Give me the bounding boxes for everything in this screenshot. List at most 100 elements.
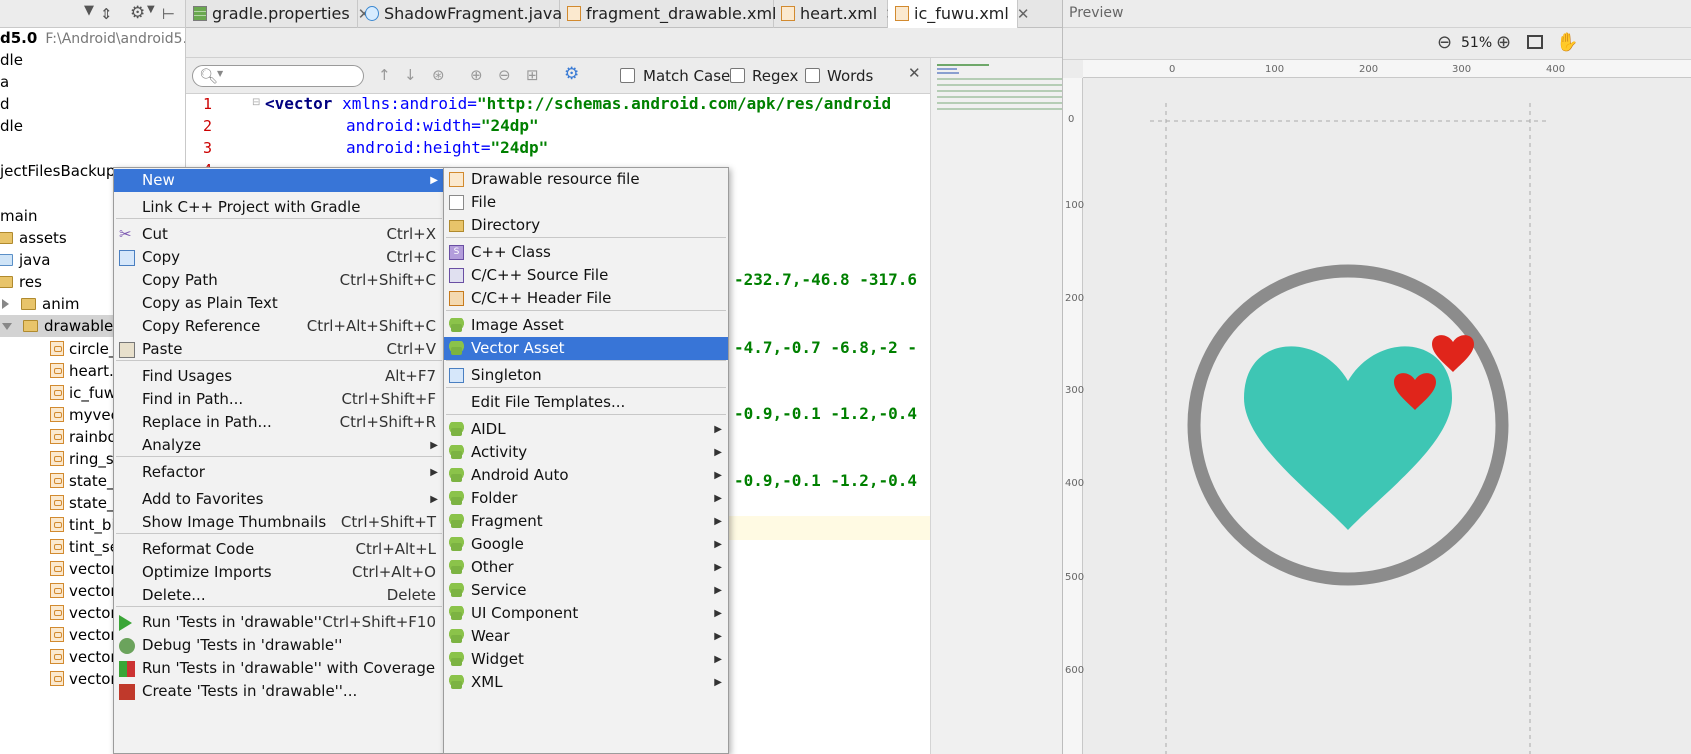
submenu-item[interactable]: Google ▶ [444,533,728,556]
context-menu-item[interactable]: Reformat Code Ctrl+Alt+L [114,538,444,561]
context-menu-item[interactable]: Find Usages Alt+F7 [114,365,444,388]
tab-fragment-drawable-xml[interactable]: fragment_drawable.xml✕ [560,0,797,28]
pan-hand-icon[interactable]: ✋ [1556,32,1578,53]
submenu-item[interactable]: File [444,191,728,214]
submenu-item[interactable]: C/C++ Header File [444,287,728,310]
tree-item[interactable]: vector_ [0,602,124,624]
context-menu-item[interactable]: Copy Ctrl+C [114,246,444,269]
context-menu-item[interactable]: Show Image Thumbnails Ctrl+Shift+T [114,511,444,534]
tree-item[interactable]: res [0,271,42,293]
submenu-item[interactable]: Fragment ▶ [444,510,728,533]
tree-item[interactable]: vector [0,668,117,690]
zoom-out-icon[interactable]: ⊖ [1437,32,1452,53]
submenu-item[interactable]: UI Component ▶ [444,602,728,625]
tree-item[interactable]: tint_sel [0,536,123,558]
tree-item[interactable]: ring_sh [0,448,123,470]
context-menu-item[interactable]: ✂ Cut Ctrl+X [114,223,444,246]
tree-item[interactable]: anim [0,293,79,315]
submenu-item[interactable]: Directory [444,214,728,237]
submenu-item[interactable]: Android Auto ▶ [444,464,728,487]
tree-item[interactable]: ic_fuwu [0,382,125,404]
tree-item[interactable]: state_a [0,470,124,492]
tree-item[interactable]: vector_ [0,646,124,668]
tree-item[interactable]: assets [0,227,67,249]
submenu-item[interactable]: XML ▶ [444,671,728,694]
find-all-icon[interactable]: ⊛ [432,66,445,84]
tree-item[interactable]: a [0,71,9,93]
context-menu-item[interactable]: Find in Path... Ctrl+Shift+F [114,388,444,411]
submenu-item[interactable]: Folder ▶ [444,487,728,510]
tree-item[interactable]: jectFilesBackup [0,160,115,182]
expand-arrow-icon[interactable] [2,299,9,309]
collapse-arrow-icon[interactable] [2,323,12,330]
tree-item[interactable]: state_li [0,492,123,514]
submenu-item[interactable]: C/C++ Source File [444,264,728,287]
tree-item[interactable]: heart.x [0,360,123,382]
context-menu-item[interactable]: Replace in Path... Ctrl+Shift+R [114,411,444,434]
context-menu-item[interactable]: Copy Reference Ctrl+Alt+Shift+C [114,315,444,338]
tree-item[interactable]: java [0,249,50,271]
zoom-to-fit-icon[interactable] [1527,35,1543,49]
tree-item[interactable]: tint_bit [0,514,122,536]
tree-item[interactable]: dle [0,49,23,71]
close-icon[interactable]: ✕ [908,64,921,82]
context-menu-item[interactable]: Copy as Plain Text [114,292,444,315]
collapse-all-icon[interactable]: ⇕ [100,5,113,23]
context-menu-item[interactable]: Analyze ▶ [114,434,444,457]
submenu-item[interactable]: Singleton [444,364,728,387]
tab-shadowfragment-java[interactable]: ShadowFragment.java✕ [358,0,583,28]
remove-selection-icon[interactable]: ⊖ [498,66,511,84]
tree-item[interactable]: dle [0,115,23,137]
fold-icon[interactable]: ⊟ [252,97,260,108]
context-menu-item[interactable]: Add to Favorites ▶ [114,488,444,511]
submenu-item[interactable]: Other ▶ [444,556,728,579]
context-menu-item[interactable]: Copy Path Ctrl+Shift+C [114,269,444,292]
next-occurrence-icon[interactable]: ↓ [404,66,417,84]
tree-item[interactable]: main [0,205,37,227]
add-selection-icon[interactable]: ⊕ [470,66,483,84]
tab-gradle-properties[interactable]: gradle.properties ✕ [186,0,370,28]
search-history-icon[interactable]: ▼ [217,69,223,78]
match-case-checkbox[interactable] [620,68,635,83]
context-menu-item[interactable]: Create 'Tests in 'drawable''... [114,680,444,703]
previous-occurrence-icon[interactable]: ↑ [378,66,391,84]
tab-ic-fuwu-xml[interactable]: ic_fuwu.xml ✕ [888,0,1029,29]
search-input[interactable]: 🔍︎ ▼ [192,65,364,87]
submenu-item[interactable]: Image Asset [444,314,728,337]
close-tab-icon[interactable]: ✕ [1017,5,1030,23]
zoom-in-icon[interactable]: ⊕ [1496,32,1511,53]
tree-item[interactable]: d [0,93,10,115]
submenu-item[interactable]: Drawable resource file [444,168,728,191]
select-all-icon[interactable]: ⊞ [526,66,539,84]
submenu-item[interactable]: AIDL ▶ [444,418,728,441]
submenu-item[interactable]: S C++ Class [444,241,728,264]
regex-checkbox[interactable] [730,68,745,83]
context-menu-item[interactable]: Paste Ctrl+V [114,338,444,361]
dropdown-arrow-icon[interactable]: ▼ [84,3,94,18]
words-checkbox[interactable] [805,68,820,83]
submenu-item[interactable]: Activity ▶ [444,441,728,464]
context-menu-item[interactable]: Debug 'Tests in 'drawable'' [114,634,444,657]
tree-item[interactable]: d5.0 F:\Android\android5.0 [0,27,185,49]
code-minimap[interactable] [930,58,1063,754]
tree-item[interactable]: vector_ [0,624,124,646]
context-menu-item[interactable]: Run 'Tests in 'drawable'' with Coverage [114,657,444,680]
context-menu-item[interactable]: Optimize Imports Ctrl+Alt+O [114,561,444,584]
submenu-item[interactable]: Widget ▶ [444,648,728,671]
hide-panel-icon[interactable]: ⊢ [162,5,175,23]
submenu-item[interactable]: Vector Asset [444,337,728,360]
tree-item[interactable]: vector_ [0,580,124,602]
context-menu-item[interactable]: Refactor ▶ [114,461,444,484]
settings-dropdown-icon[interactable]: ▼ [147,4,155,15]
submenu-item[interactable]: Wear ▶ [444,625,728,648]
tree-item[interactable]: circle_s [0,338,124,360]
context-menu-item[interactable]: Delete... Delete [114,584,444,607]
tab-heart-xml[interactable]: heart.xml✕ [774,0,898,28]
tree-item[interactable]: rainbov [0,426,126,448]
context-menu-item[interactable]: Run 'Tests in 'drawable'' Ctrl+Shift+F10 [114,611,444,634]
context-menu-item[interactable]: Link C++ Project with Gradle [114,196,444,219]
tree-item[interactable]: vector_ [0,558,124,580]
gear-icon[interactable]: ⚙ [130,3,145,23]
context-menu-item[interactable]: New ▶ [114,169,444,192]
submenu-item[interactable]: Service ▶ [444,579,728,602]
